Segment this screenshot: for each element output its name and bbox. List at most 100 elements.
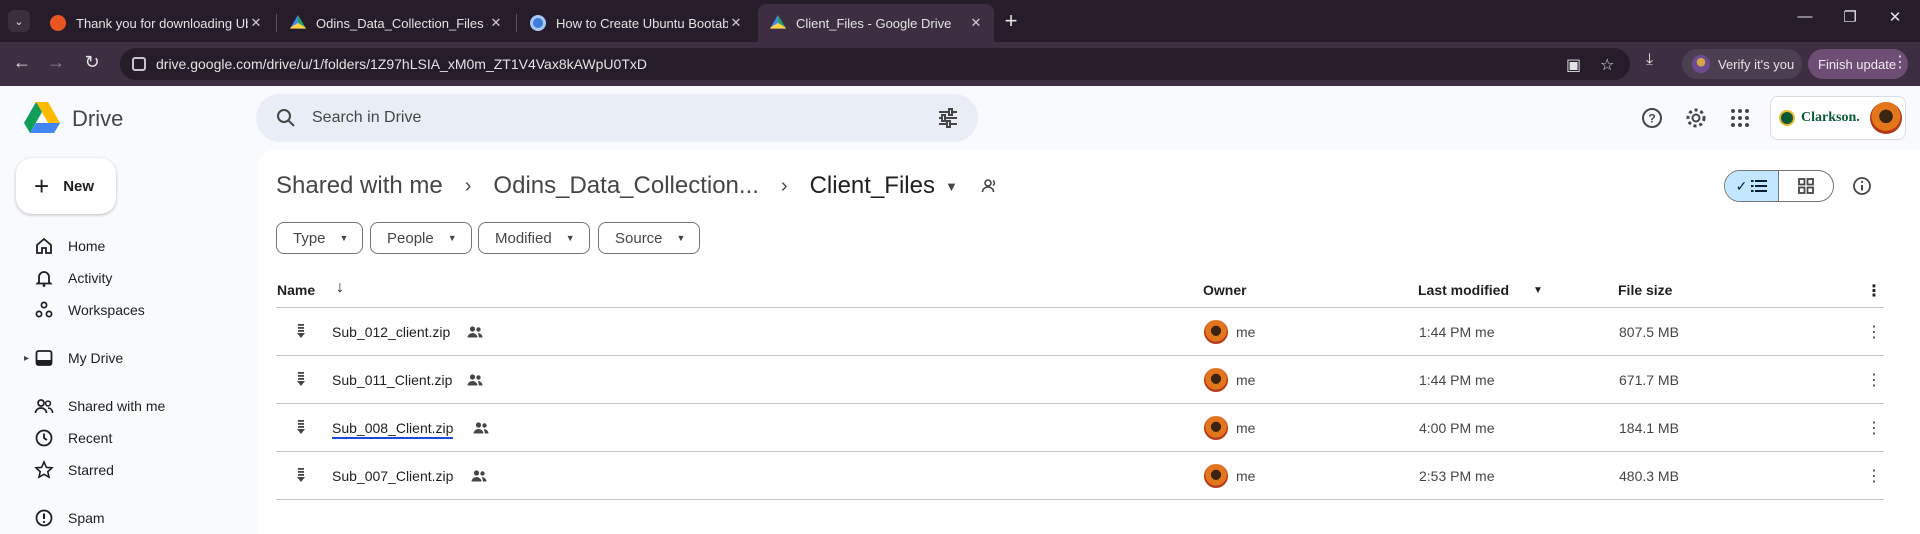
ubuntu-favicon-icon bbox=[50, 15, 66, 31]
chevron-right-icon: › bbox=[780, 174, 788, 197]
last-modified: 4:00 PM me bbox=[1419, 420, 1495, 436]
table-row[interactable]: Sub_011_Client.zip me 1:44 PM me 671.7 M… bbox=[276, 356, 1884, 404]
close-icon[interactable]: ✕ bbox=[488, 15, 504, 31]
install-app-icon[interactable]: ▣ bbox=[1566, 55, 1581, 75]
shared-people-icon bbox=[467, 326, 483, 338]
sidebar-item-shared-with-me[interactable]: Shared with me bbox=[16, 390, 246, 422]
browser-tab-active[interactable]: Client_Files - Google Drive ✕ bbox=[758, 4, 994, 42]
apps-grid-icon[interactable] bbox=[1728, 106, 1752, 130]
forward-arrow-icon[interactable]: → bbox=[44, 52, 68, 73]
sidebar-item-recent[interactable]: Recent bbox=[16, 422, 246, 454]
column-owner[interactable]: Owner bbox=[1203, 282, 1247, 298]
sidebar-item-my-drive[interactable]: My Drive bbox=[16, 342, 246, 374]
account-chip[interactable]: Clarkson. bbox=[1770, 96, 1906, 140]
back-arrow-icon[interactable]: ← bbox=[10, 52, 34, 73]
verify-identity-button[interactable]: Verify it's you bbox=[1682, 49, 1802, 79]
list-icon bbox=[1751, 180, 1768, 192]
browser-toolbar: ← → ↻ drive.google.com/drive/u/1/folders… bbox=[0, 42, 1920, 86]
finish-update-label: Finish update bbox=[1818, 56, 1897, 72]
sidebar-item-spam[interactable]: Spam bbox=[16, 502, 246, 534]
column-name[interactable]: Name bbox=[277, 282, 315, 298]
grid-view-button[interactable] bbox=[1779, 171, 1833, 201]
file-size: 671.7 MB bbox=[1619, 372, 1679, 388]
file-name[interactable]: Sub_007_Client.zip bbox=[332, 468, 453, 484]
sidebar-item-label: Starred bbox=[68, 462, 114, 478]
close-icon[interactable]: ✕ bbox=[968, 15, 984, 31]
filter-people[interactable]: People ▼ bbox=[370, 222, 472, 254]
breadcrumb-current[interactable]: Client_Files bbox=[810, 172, 935, 200]
tab-search-button[interactable]: ⌄ bbox=[8, 10, 30, 32]
row-more-options-icon[interactable]: ⋮ bbox=[1866, 418, 1882, 438]
profile-avatar-small bbox=[1692, 55, 1710, 73]
chrome-menu-icon[interactable]: ⋮ bbox=[1892, 52, 1908, 72]
tab-title: Client_Files - Google Drive bbox=[796, 15, 952, 31]
sidebar-item-label: My Drive bbox=[68, 350, 124, 366]
plus-icon: + bbox=[34, 171, 50, 201]
table-row[interactable]: Sub_007_Client.zip me 2:53 PM me 480.3 M… bbox=[276, 452, 1884, 500]
filter-source[interactable]: Source ▼ bbox=[598, 222, 701, 254]
column-file-size[interactable]: File size bbox=[1618, 282, 1672, 298]
caret-down-icon: ▼ bbox=[565, 233, 575, 243]
sidebar-item-label: Shared with me bbox=[68, 398, 166, 414]
more-options-icon[interactable]: ⋮ bbox=[1866, 281, 1882, 301]
restore-icon[interactable]: ❐ bbox=[1835, 8, 1865, 26]
new-button[interactable]: + New bbox=[16, 158, 116, 214]
shared-people-icon bbox=[467, 374, 483, 386]
tab-title: Thank you for downloading Ub bbox=[76, 15, 248, 31]
close-icon[interactable]: ✕ bbox=[728, 15, 744, 31]
sidebar-item-label: Recent bbox=[68, 430, 113, 446]
address-bar[interactable]: drive.google.com/drive/u/1/folders/1Z97h… bbox=[120, 48, 1630, 80]
browser-tab[interactable]: Thank you for downloading Ub ✕ bbox=[38, 4, 274, 42]
minimize-icon[interactable]: — bbox=[1790, 8, 1820, 25]
help-icon[interactable]: ? bbox=[1640, 106, 1664, 130]
sidebar-item-workspaces[interactable]: Workspaces bbox=[16, 294, 246, 326]
search-options-icon[interactable] bbox=[936, 106, 960, 130]
owner-avatar bbox=[1204, 416, 1228, 440]
row-more-options-icon[interactable]: ⋮ bbox=[1866, 322, 1882, 342]
filter-type[interactable]: Type ▼ bbox=[276, 222, 364, 254]
sidebar-item-activity[interactable]: Activity bbox=[16, 262, 246, 294]
zip-file-icon bbox=[297, 420, 305, 434]
caret-down-icon: ▼ bbox=[339, 233, 349, 243]
search-bar[interactable] bbox=[256, 94, 978, 142]
shared-folder-icon[interactable] bbox=[980, 176, 1000, 196]
drive-favicon-icon bbox=[290, 15, 306, 29]
search-icon[interactable] bbox=[274, 106, 298, 130]
breadcrumb-parent[interactable]: Odins_Data_Collection... bbox=[493, 172, 758, 200]
settings-gear-icon[interactable] bbox=[1684, 106, 1708, 130]
owner-avatar bbox=[1204, 464, 1228, 488]
sidebar-item-home[interactable]: Home bbox=[16, 230, 246, 262]
table-header: Name ↓ Owner Last modified ▼ File size ⋮ bbox=[276, 272, 1884, 308]
drive-app-name[interactable]: Drive bbox=[72, 106, 123, 132]
list-view-button[interactable]: ✓ bbox=[1725, 171, 1779, 201]
search-input[interactable] bbox=[312, 94, 872, 142]
column-last-modified[interactable]: Last modified bbox=[1418, 282, 1509, 298]
close-window-icon[interactable]: ✕ bbox=[1880, 8, 1910, 26]
info-icon[interactable] bbox=[1852, 176, 1872, 196]
file-name[interactable]: Sub_011_Client.zip bbox=[332, 372, 452, 388]
filter-modified[interactable]: Modified ▼ bbox=[478, 222, 590, 254]
file-name[interactable]: Sub_012_client.zip bbox=[332, 324, 450, 340]
breadcrumb-root[interactable]: Shared with me bbox=[276, 172, 443, 200]
bell-icon bbox=[35, 271, 53, 287]
sort-caret-icon[interactable]: ▼ bbox=[1533, 285, 1543, 296]
blog-favicon-icon bbox=[530, 15, 546, 31]
site-info-icon[interactable] bbox=[132, 57, 146, 71]
reload-icon[interactable]: ↻ bbox=[80, 52, 104, 73]
sort-arrow-down-icon[interactable]: ↓ bbox=[336, 279, 344, 297]
new-tab-button[interactable]: + bbox=[998, 8, 1024, 34]
browser-tab[interactable]: Odins_Data_Collection_Files - G ✕ bbox=[278, 4, 514, 42]
folder-menu-caret-icon[interactable]: ▼ bbox=[945, 179, 958, 194]
browser-tab[interactable]: How to Create Ubuntu Bootabl ✕ bbox=[518, 4, 754, 42]
file-name[interactable]: Sub_008_Client.zip bbox=[332, 420, 454, 439]
close-icon[interactable]: ✕ bbox=[248, 15, 264, 31]
row-more-options-icon[interactable]: ⋮ bbox=[1866, 370, 1882, 390]
sidebar-item-starred[interactable]: Starred bbox=[16, 454, 246, 486]
star-icon bbox=[34, 460, 54, 479]
row-more-options-icon[interactable]: ⋮ bbox=[1866, 466, 1882, 486]
google-drive-logo-icon[interactable] bbox=[24, 102, 60, 134]
downloads-icon[interactable]: ⤓ bbox=[1646, 51, 1653, 69]
bookmark-star-icon[interactable]: ☆ bbox=[1600, 55, 1614, 75]
table-row[interactable]: Sub_012_client.zip me 1:44 PM me 807.5 M… bbox=[276, 308, 1884, 356]
table-row[interactable]: Sub_008_Client.zip me 4:00 PM me 184.1 M… bbox=[276, 404, 1884, 452]
